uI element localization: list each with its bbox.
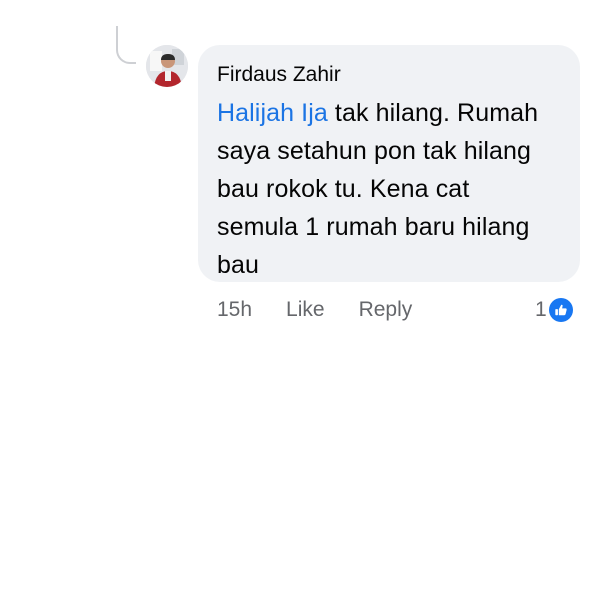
comment-line: bau [217, 251, 260, 279]
thumbs-up-icon [548, 298, 573, 322]
reply-thread-connector [116, 26, 136, 64]
timestamp[interactable]: 15h [217, 298, 252, 322]
comment-line: semula 1 rumah baru hilang [217, 213, 530, 241]
mention-link[interactable]: Halijah Ija [217, 99, 328, 127]
author-name[interactable]: Firdaus Zahir [217, 62, 560, 88]
comment-text: Halijah Ija tak hilang. Rumah saya setah… [217, 94, 560, 284]
comment-actions: 15h Like Reply [217, 294, 412, 326]
comment-line-text: tak hilang. Rumah [327, 99, 539, 127]
like-button[interactable]: Like [286, 298, 325, 322]
comment-bubble: Firdaus Zahir Halijah Ija tak hilang. Ru… [198, 45, 580, 282]
comment-line: saya setahun pon tak hilang [217, 137, 532, 165]
reply-button[interactable]: Reply [359, 298, 413, 322]
avatar[interactable] [146, 45, 188, 87]
avatar-image [146, 45, 188, 87]
comment-line: bau rokok tu. Kena cat [217, 175, 470, 203]
reaction-summary[interactable]: 1 [535, 294, 573, 326]
comment-line: Halijah Ija tak hilang. Rumah [217, 94, 560, 132]
reaction-count: 1 [535, 298, 547, 321]
